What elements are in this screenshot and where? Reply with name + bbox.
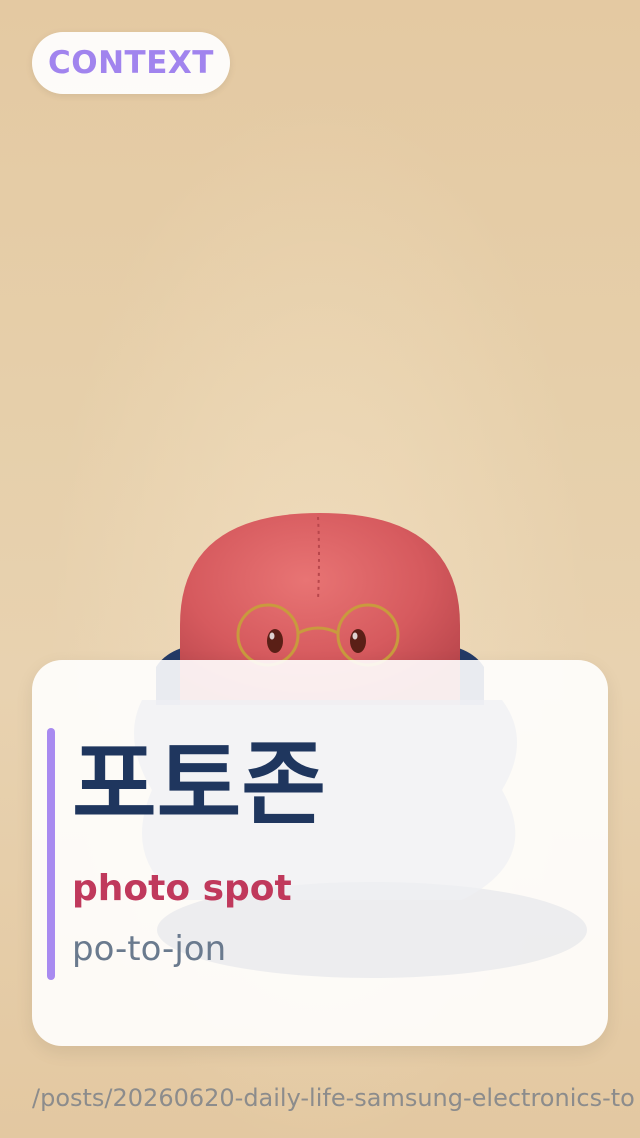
context-badge: CONTEXT	[32, 32, 230, 94]
korean-word: 포토존	[72, 731, 326, 838]
romanization: po-to-jon	[72, 929, 227, 969]
accent-bar	[47, 728, 55, 980]
vocab-card: 포토존 photo spot po-to-jon	[32, 660, 608, 1046]
post-path: /posts/20260620-daily-life-samsung-elect…	[32, 1084, 635, 1112]
context-badge-label: CONTEXT	[48, 45, 214, 81]
english-translation: photo spot	[72, 868, 292, 909]
card-background-figure	[134, 700, 587, 978]
